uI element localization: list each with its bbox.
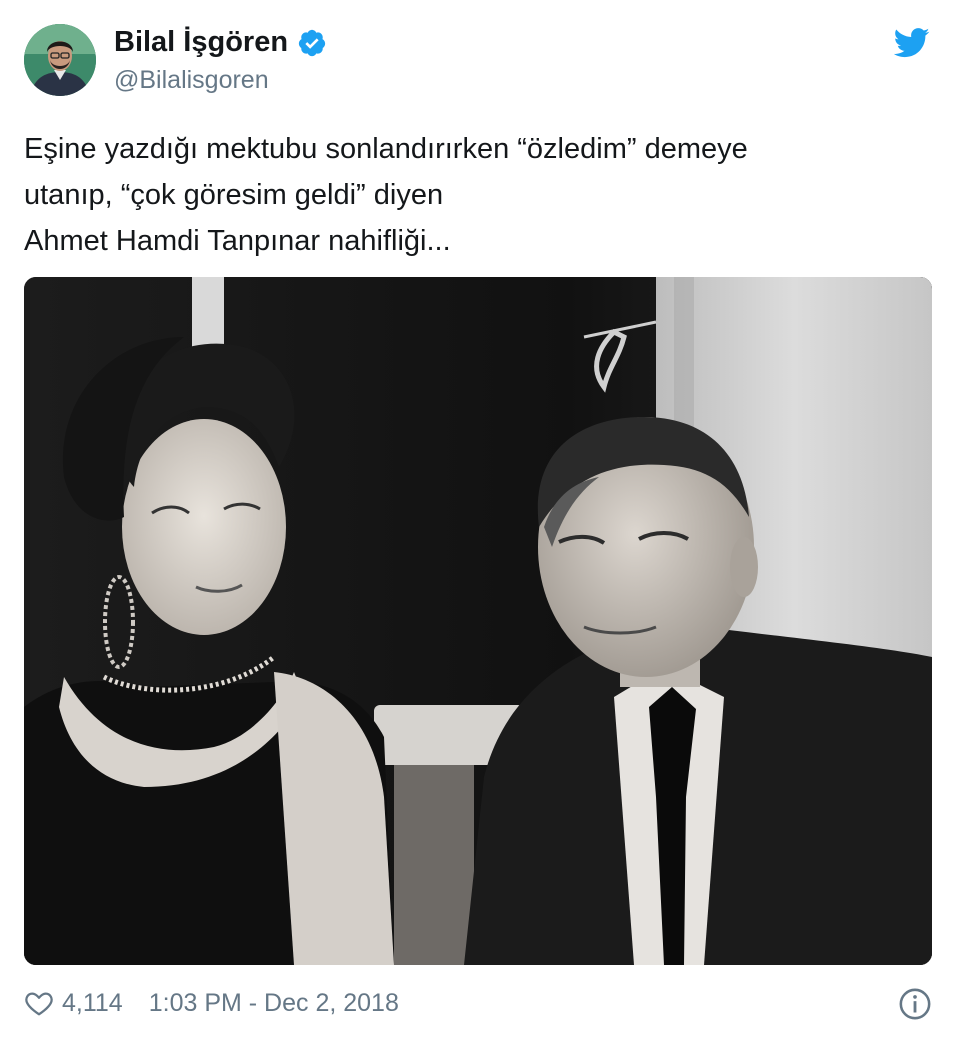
black-and-white-photo (24, 277, 932, 965)
tweet-photo[interactable] (24, 277, 932, 965)
verified-badge-icon (298, 29, 326, 56)
info-icon[interactable] (898, 987, 932, 1021)
tweet-text: Eşine yazdığı mektubu sonlandırırken “öz… (24, 133, 748, 257)
tweet-timestamp[interactable]: 1:03 PM - Dec 2, 2018 (149, 989, 399, 1018)
twitter-bird-icon[interactable] (894, 28, 930, 58)
like-count: 4,114 (62, 988, 123, 1017)
author-name-row[interactable]: Bilal İşgören (114, 26, 327, 59)
user-avatar-icon (24, 24, 96, 96)
heart-icon[interactable] (24, 988, 54, 1018)
author-display-name[interactable]: Bilal İşgören (114, 26, 288, 59)
author-avatar[interactable] (24, 24, 96, 96)
tweet-footer: 4,114 1:03 PM - Dec 2, 2018 (24, 983, 932, 1023)
author-handle[interactable]: @Bilalisgoren (114, 66, 269, 95)
like-button[interactable]: 4,114 (24, 988, 149, 1018)
